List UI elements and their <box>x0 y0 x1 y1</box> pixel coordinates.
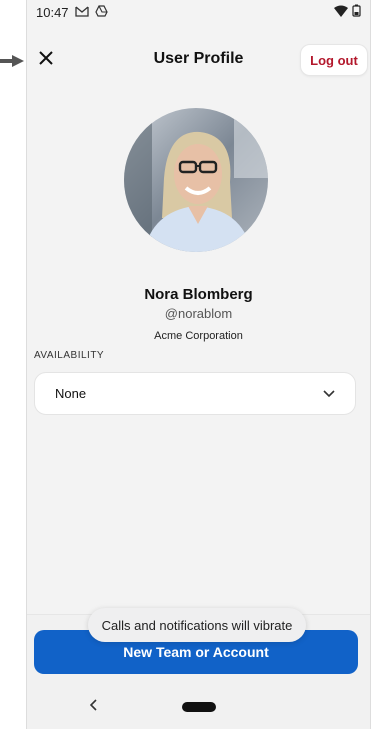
back-chevron-icon[interactable] <box>89 698 98 716</box>
status-time: 10:47 <box>36 4 69 20</box>
profile-name: Nora Blomberg <box>144 286 253 303</box>
profile-organization: Acme Corporation <box>154 330 243 342</box>
chevron-down-icon <box>323 385 335 403</box>
status-bar: 10:47 <box>26 0 371 24</box>
pointer-arrow-icon <box>0 54 24 67</box>
home-pill-button[interactable] <box>181 701 216 712</box>
availability-label: AVAILABILITY <box>34 350 105 361</box>
system-nav-bar <box>26 684 371 729</box>
phone-right-edge <box>370 0 371 729</box>
phone-screen: 10:47 User Profile Log out Nora Blomberg… <box>26 0 371 729</box>
drive-icon <box>94 4 108 20</box>
wifi-icon <box>334 5 348 20</box>
battery-icon <box>352 4 361 20</box>
logout-button[interactable]: Log out <box>300 44 368 76</box>
availability-select[interactable]: None <box>34 372 356 415</box>
header: User Profile Log out <box>26 44 371 76</box>
gmail-icon <box>74 5 89 20</box>
profile-handle: @norablom <box>164 306 233 321</box>
toast-message: Calls and notifications will vibrate <box>88 608 306 642</box>
availability-value: None <box>55 386 87 401</box>
phone-left-edge <box>26 0 27 729</box>
avatar <box>124 108 268 252</box>
